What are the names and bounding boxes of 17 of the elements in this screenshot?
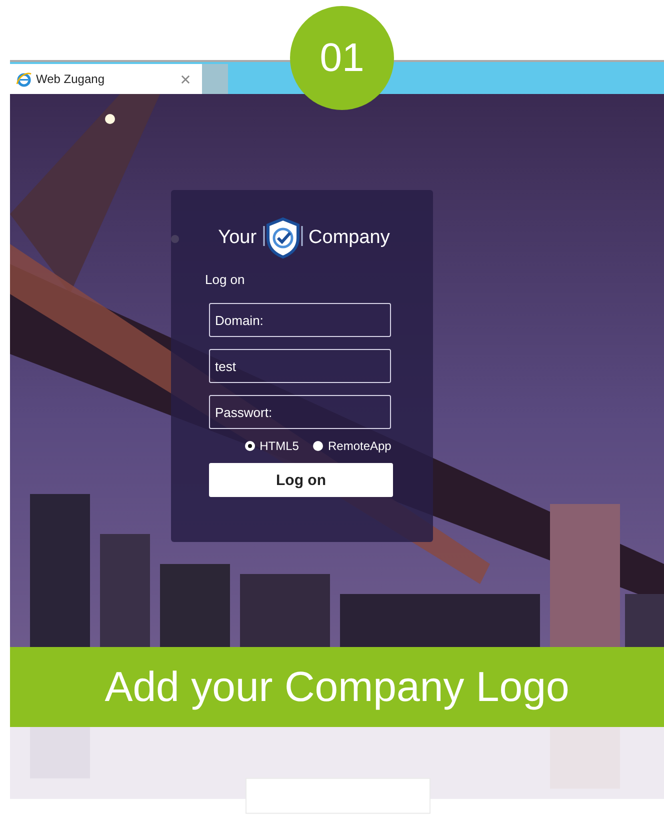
step-badge: 01 [290,6,394,110]
input-field[interactable]: Domain: [209,303,391,337]
browser-tab[interactable]: Web Zugang [10,64,202,94]
brand-word: Your [218,227,257,249]
browser-logo-icon [16,71,32,87]
log-on-button[interactable]: Log on [209,463,393,497]
close-icon[interactable] [181,74,190,84]
input-field[interactable]: test [209,349,391,383]
radio-option[interactable]: RemoteApp [312,439,392,453]
form-heading: Log on [205,272,246,287]
shield-check-icon [262,216,303,260]
brand-word: Company [308,227,390,249]
input-field[interactable]: Passwort: [209,395,391,429]
radio-icon[interactable] [312,441,323,451]
radio-option[interactable]: HTML5 [244,439,299,453]
radio-icon[interactable] [244,441,255,451]
banner-title: Add your Company Logo [104,663,570,711]
